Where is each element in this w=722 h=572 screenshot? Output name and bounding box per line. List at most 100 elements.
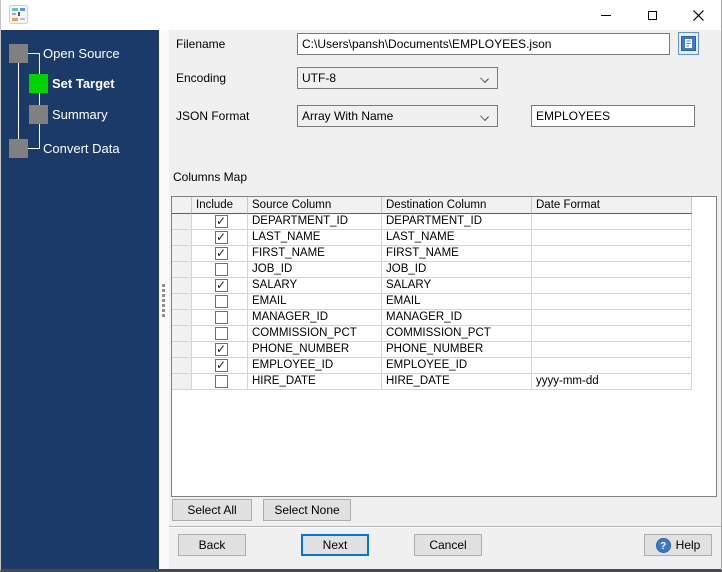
step-connector-line [39, 53, 40, 148]
date-format-cell [532, 294, 692, 310]
table-row[interactable]: PHONE_NUMBERPHONE_NUMBER [172, 342, 692, 358]
filename-input[interactable] [297, 33, 670, 55]
help-button[interactable]: ? Help [644, 534, 712, 556]
header-cell-source-column[interactable]: Source Column [248, 197, 382, 214]
destination-column-cell: FIRST_NAME [382, 246, 532, 262]
row-selector-cell[interactable] [172, 310, 192, 326]
wizard-steps-sidebar: Open Source Set Target Summary Convert D… [1, 30, 159, 569]
include-checkbox[interactable] [215, 327, 228, 340]
browse-file-button[interactable] [678, 32, 699, 55]
include-checkbox[interactable] [215, 295, 228, 308]
row-selector-cell[interactable] [172, 230, 192, 246]
table-row[interactable]: DEPARTMENT_IDDEPARTMENT_ID [172, 214, 692, 230]
row-selector-cell[interactable] [172, 246, 192, 262]
step-connector-line [27, 53, 40, 54]
chevron-down-icon [480, 112, 489, 121]
include-cell [192, 278, 248, 294]
back-button[interactable]: Back [178, 534, 246, 556]
close-button[interactable] [675, 0, 721, 30]
table-header-row: Include Source Column Destination Column… [172, 197, 692, 214]
table-row[interactable]: SALARYSALARY [172, 278, 692, 294]
encoding-dropdown[interactable]: UTF-8 [297, 67, 498, 89]
row-selector-cell[interactable] [172, 262, 192, 278]
cancel-button[interactable]: Cancel [414, 534, 482, 556]
source-column-cell: PHONE_NUMBER [248, 342, 382, 358]
filename-label: Filename [176, 37, 226, 51]
help-question-icon: ? [655, 537, 671, 553]
table-row[interactable]: HIRE_DATE HIRE_DATE yyyy-mm-dd [172, 374, 692, 390]
include-cell [192, 246, 248, 262]
table-row[interactable]: FIRST_NAMEFIRST_NAME [172, 246, 692, 262]
include-cell [192, 230, 248, 246]
source-column-cell: FIRST_NAME [248, 246, 382, 262]
row-selector-cell[interactable] [172, 214, 192, 230]
source-column-cell: SALARY [248, 278, 382, 294]
header-cell-include[interactable]: Include [192, 197, 248, 214]
step-connector-line [27, 148, 40, 149]
destination-column-cell: MANAGER_ID [382, 310, 532, 326]
table-row[interactable]: EMAIL EMAIL [172, 294, 692, 310]
include-checkbox[interactable] [215, 342, 228, 357]
date-format-cell: yyyy-mm-dd [532, 374, 692, 390]
include-checkbox[interactable] [215, 246, 228, 261]
app-icon [9, 5, 28, 24]
date-format-cell [532, 326, 692, 342]
include-checkbox[interactable] [215, 214, 228, 229]
columns-table-body: DEPARTMENT_IDDEPARTMENT_IDLAST_NAMELAST_… [172, 214, 716, 390]
minimize-button[interactable] [583, 0, 629, 30]
include-checkbox[interactable] [215, 358, 228, 373]
button-bar-separator [169, 526, 721, 527]
step-label-open-source: Open Source [43, 46, 120, 61]
sidebar-splitter[interactable] [159, 30, 169, 569]
close-icon [692, 9, 704, 21]
include-cell [192, 214, 248, 230]
titlebar [1, 0, 721, 30]
date-format-cell [532, 230, 692, 246]
step-label-set-target: Set Target [52, 76, 115, 91]
step-indicator-open-source [9, 44, 28, 63]
select-all-button[interactable]: Select All [172, 499, 252, 521]
include-checkbox[interactable] [215, 263, 228, 276]
encoding-selected-value: UTF-8 [302, 71, 336, 85]
row-selector-cell[interactable] [172, 326, 192, 342]
header-cell-destination-column[interactable]: Destination Column [382, 197, 532, 214]
source-column-cell: JOB_ID [248, 262, 382, 278]
table-row[interactable]: MANAGER_ID MANAGER_ID [172, 310, 692, 326]
row-selector-cell[interactable] [172, 358, 192, 374]
json-format-dropdown[interactable]: Array With Name [297, 105, 498, 127]
header-cell-date-format[interactable]: Date Format [532, 197, 692, 214]
row-selector-cell[interactable] [172, 278, 192, 294]
include-cell [192, 326, 248, 342]
json-array-name-input[interactable] [531, 105, 695, 127]
columns-map-table: Include Source Column Destination Column… [171, 196, 717, 497]
row-selector-cell[interactable] [172, 342, 192, 358]
maximize-button[interactable] [629, 0, 675, 30]
include-cell [192, 342, 248, 358]
select-none-button[interactable]: Select None [263, 499, 351, 521]
include-cell [192, 294, 248, 310]
table-row[interactable]: JOB_ID JOB_ID [172, 262, 692, 278]
include-checkbox[interactable] [215, 278, 228, 293]
chevron-down-icon [480, 74, 489, 83]
date-format-cell [532, 310, 692, 326]
include-cell [192, 262, 248, 278]
help-button-label: Help [675, 538, 701, 552]
encoding-label: Encoding [176, 71, 227, 85]
table-row[interactable]: LAST_NAMELAST_NAME [172, 230, 692, 246]
json-format-selected-value: Array With Name [302, 109, 394, 123]
step-label-summary: Summary [52, 107, 108, 122]
table-row[interactable]: EMPLOYEE_IDEMPLOYEE_ID [172, 358, 692, 374]
destination-column-cell: HIRE_DATE [382, 374, 532, 390]
include-checkbox[interactable] [215, 230, 228, 245]
include-checkbox[interactable] [215, 311, 228, 324]
step-indicator-summary [29, 105, 48, 124]
wizard-window: Open Source Set Target Summary Convert D… [0, 0, 722, 572]
table-row[interactable]: COMMISSION_PCT COMMISSION_PCT [172, 326, 692, 342]
include-checkbox[interactable] [215, 375, 228, 388]
row-selector-cell[interactable] [172, 294, 192, 310]
row-selector-cell[interactable] [172, 374, 192, 390]
columns-map-label: Columns Map [173, 170, 248, 184]
source-column-cell: EMAIL [248, 294, 382, 310]
destination-column-cell: LAST_NAME [382, 230, 532, 246]
next-button[interactable]: Next [301, 534, 369, 556]
